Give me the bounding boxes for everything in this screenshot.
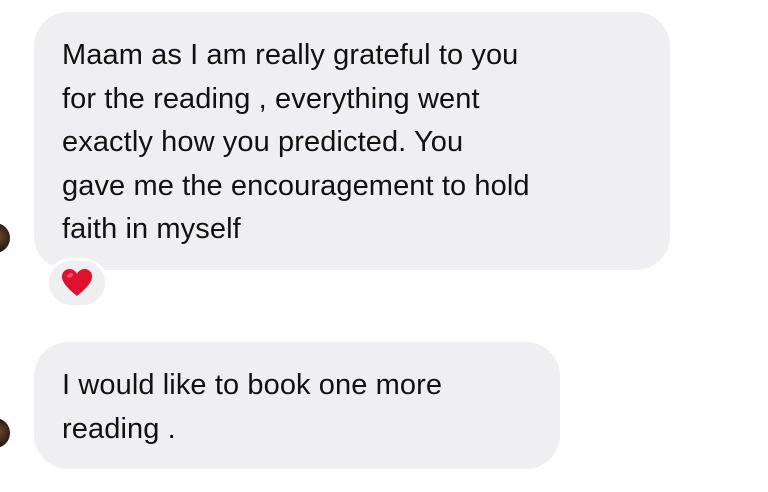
message-bubble[interactable]: I would like to book one more reading . — [34, 342, 560, 469]
heart-reaction[interactable] — [46, 258, 108, 308]
red-heart-icon — [62, 269, 92, 296]
sender-avatar[interactable] — [0, 223, 10, 253]
message-line: I would like to book one more — [62, 369, 443, 401]
chat-screen: Maam as I am really grateful to you for … — [0, 0, 768, 492]
sender-avatar[interactable] — [0, 418, 10, 448]
message-line: for the reading , everything went — [62, 82, 480, 115]
message-bubble[interactable]: Maam as I am really grateful to you for … — [34, 12, 670, 270]
message-line: faith in myself — [62, 213, 241, 245]
message-line: reading . — [62, 412, 176, 445]
message-line: gave me the encouragement to hold — [62, 169, 530, 202]
message-line: exactly how you predicted. You — [62, 126, 464, 158]
message-line: Maam as I am really grateful to you — [62, 39, 519, 71]
